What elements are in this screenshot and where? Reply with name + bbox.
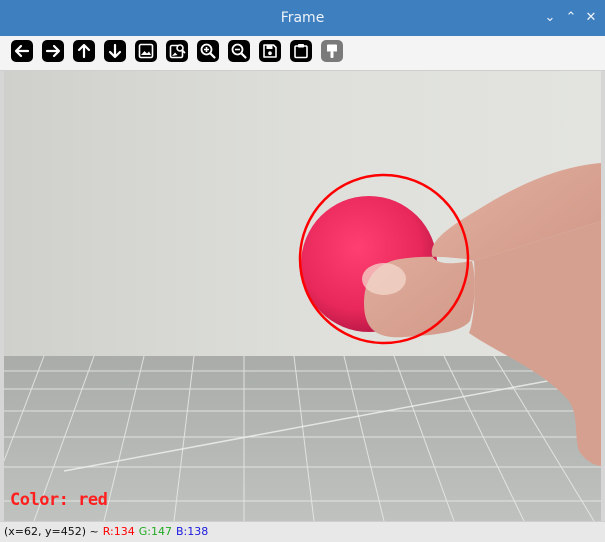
status-bar: (x=62, y=452) ~ R:134 G:147 B:138 bbox=[0, 521, 605, 542]
arrow-left-icon bbox=[14, 44, 30, 58]
camera-frame[interactable] bbox=[4, 71, 601, 521]
pixel-blue-value: B:138 bbox=[176, 525, 209, 538]
arrow-right-icon bbox=[45, 44, 61, 58]
save-icon bbox=[263, 44, 277, 58]
color-label: Color: red bbox=[10, 490, 108, 510]
image-icon bbox=[138, 43, 154, 59]
maximize-button[interactable]: ⌃ bbox=[562, 9, 580, 27]
copy-button[interactable] bbox=[290, 40, 312, 62]
toolbar bbox=[0, 36, 605, 71]
pixel-red-value: R:134 bbox=[102, 525, 135, 538]
save-button[interactable] bbox=[259, 40, 281, 62]
pan-up-button[interactable] bbox=[73, 40, 95, 62]
zoom-in-button[interactable] bbox=[197, 40, 219, 62]
zoom-fit-button[interactable] bbox=[135, 40, 157, 62]
zoom-in-icon bbox=[200, 43, 216, 59]
close-button[interactable]: ✕ bbox=[582, 9, 600, 27]
title-bar[interactable]: Frame ⌄ ⌃ ✕ bbox=[0, 0, 605, 36]
zoom-out-icon bbox=[231, 43, 247, 59]
thumbnail bbox=[362, 263, 406, 295]
pan-right-button[interactable] bbox=[42, 40, 64, 62]
pixel-green-value: G:147 bbox=[138, 525, 172, 538]
pan-down-button[interactable] bbox=[104, 40, 126, 62]
arrow-up-icon bbox=[77, 43, 91, 59]
image-viewer-window: Frame ⌄ ⌃ ✕ Color: red (x=62, y=452) ~ R… bbox=[0, 0, 605, 542]
clipboard-icon bbox=[294, 44, 308, 59]
paint-brush-icon bbox=[327, 44, 337, 58]
arrow-down-icon bbox=[108, 43, 122, 59]
window-title: Frame bbox=[280, 10, 325, 26]
minimize-button[interactable]: ⌄ bbox=[541, 9, 559, 27]
cursor-coordinates: (x=62, y=452) ~ bbox=[4, 525, 99, 538]
zoom-original-button[interactable] bbox=[166, 40, 188, 62]
image-zoom-icon bbox=[169, 44, 186, 59]
zoom-out-button[interactable] bbox=[228, 40, 250, 62]
pan-left-button[interactable] bbox=[11, 40, 33, 62]
frame-image bbox=[4, 71, 601, 521]
properties-button[interactable] bbox=[321, 40, 343, 62]
